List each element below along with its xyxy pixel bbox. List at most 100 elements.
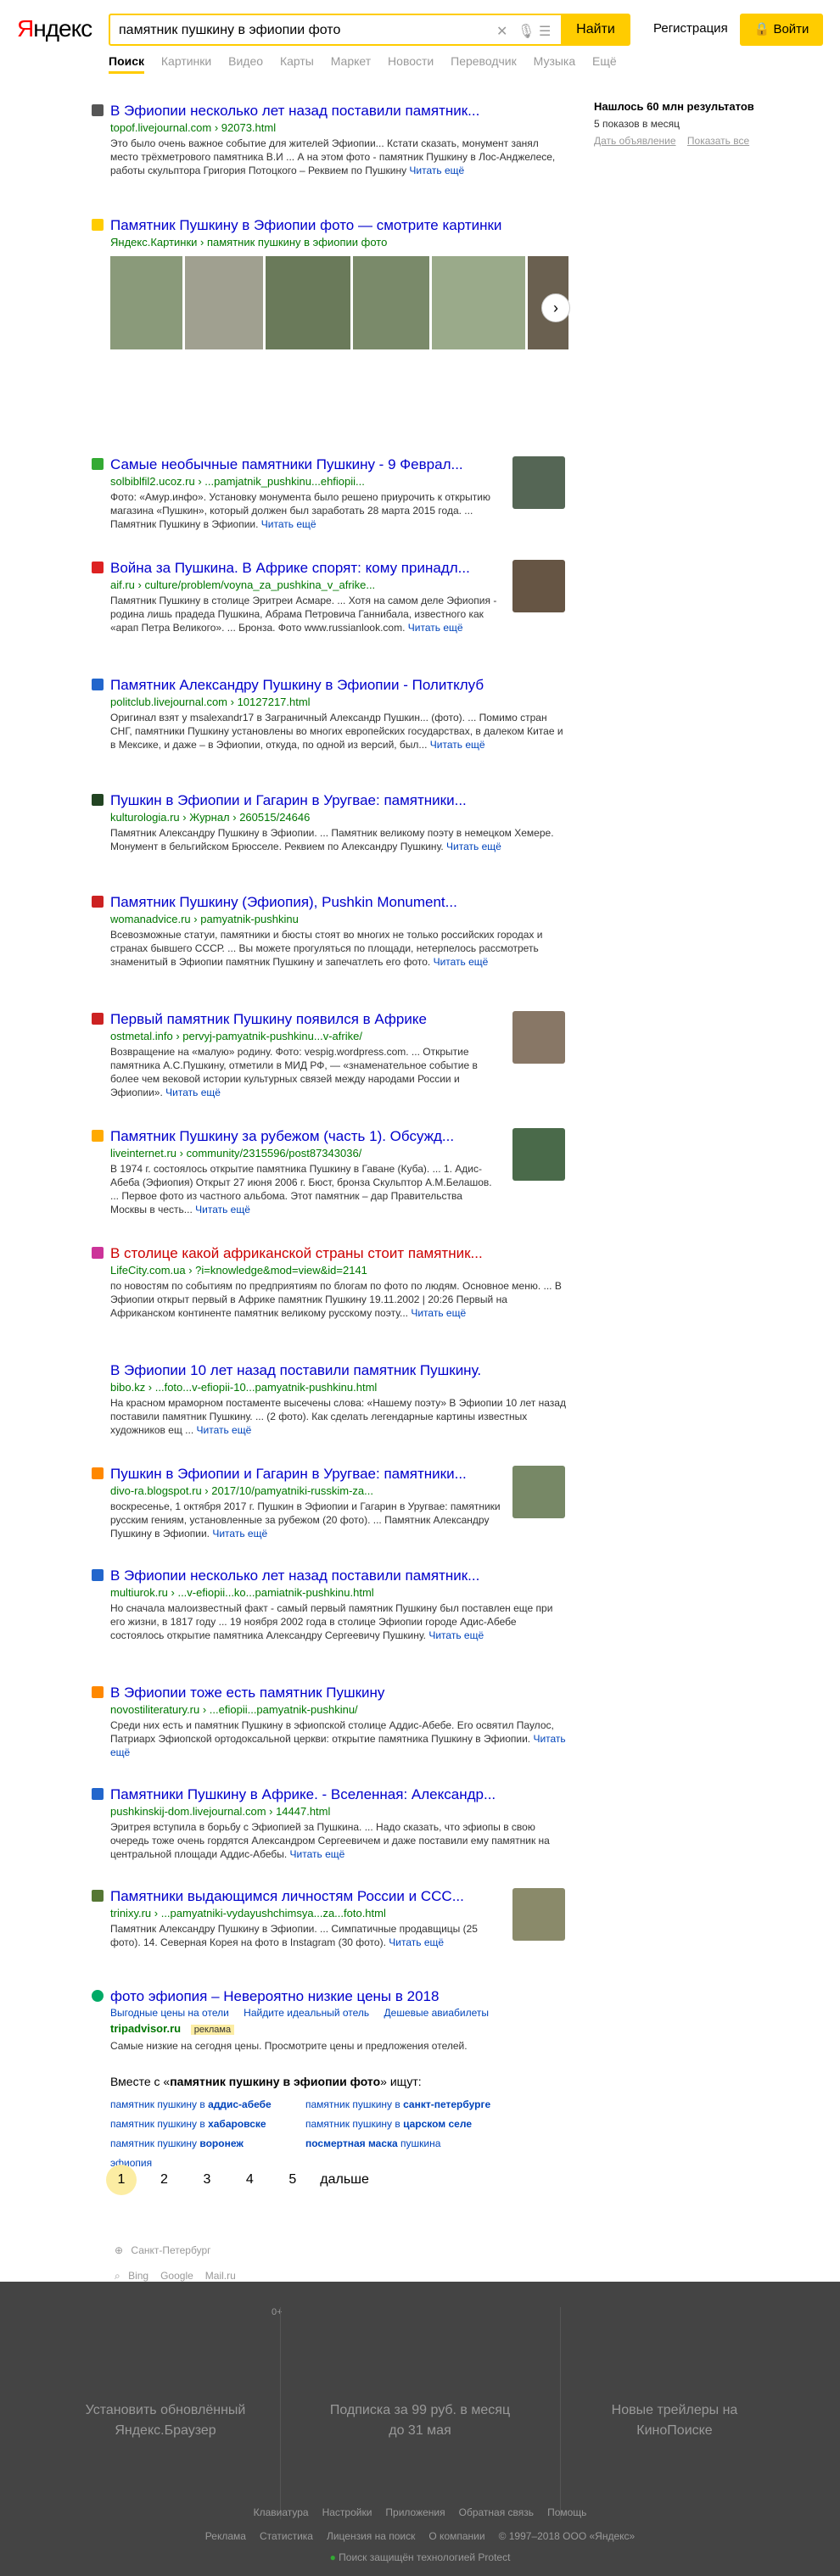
- result-title[interactable]: Пушкин в Эфиопии и Гагарин в Уругвае: па…: [110, 792, 560, 809]
- result-title[interactable]: фото эфиопия – Невероятно низкие цены в …: [110, 1988, 560, 2005]
- read-more-link[interactable]: Читать ещё: [430, 739, 485, 751]
- region-selector[interactable]: ⊕ Санкт-Петербург: [115, 2244, 211, 2256]
- result-url[interactable]: pushkinskij-dom.livejournal.com › 14447.…: [110, 1805, 330, 1818]
- tab-music[interactable]: Музыка: [534, 54, 576, 68]
- result-title[interactable]: Пушкин в Эфиопии и Гагарин в Уругвае: па…: [110, 1466, 560, 1483]
- result-title[interactable]: В Эфиопии тоже есть памятник Пушкину: [110, 1685, 560, 1702]
- read-more-link[interactable]: Читать ещё: [408, 622, 463, 634]
- tab-images[interactable]: Картинки: [161, 54, 211, 68]
- tab-more[interactable]: Ещё: [592, 54, 617, 68]
- page-3[interactable]: 3: [192, 2165, 222, 2195]
- sitelink[interactable]: Найдите идеальный отель: [244, 2007, 369, 2019]
- related-link[interactable]: памятник пушкину в аддис-абебе: [110, 2095, 305, 2115]
- result-title[interactable]: Первый памятник Пушкину появился в Африк…: [110, 1011, 560, 1028]
- result-title[interactable]: В Эфиопии несколько лет назад поставили …: [110, 103, 560, 120]
- result-title[interactable]: В Эфиопии 10 лет назад поставили памятни…: [110, 1362, 560, 1379]
- result-url[interactable]: LifeCity.com.ua › ?i=knowledge&mod=view&…: [110, 1264, 367, 1277]
- result-url[interactable]: topof.livejournal.com › 92073.html: [110, 121, 276, 134]
- show-all-link[interactable]: Показать все: [687, 135, 749, 147]
- result-url[interactable]: ostmetal.info › pervyj-pamyatnik-pushkin…: [110, 1030, 362, 1042]
- image-thumb[interactable]: [110, 256, 182, 349]
- footer-link[interactable]: Приложения: [385, 2506, 445, 2518]
- read-more-link[interactable]: Читать ещё: [212, 1528, 267, 1539]
- read-more-link[interactable]: Читать ещё: [434, 956, 489, 968]
- engine-link[interactable]: Google: [160, 2270, 193, 2282]
- result-url[interactable]: Яндекс.Картинки › памятник пушкину в эфи…: [110, 236, 387, 249]
- sitelink[interactable]: Выгодные цены на отели: [110, 2007, 229, 2019]
- result-title[interactable]: В столице какой африканской страны стоит…: [110, 1245, 560, 1262]
- search-button[interactable]: Найти: [561, 14, 630, 46]
- settings-icon[interactable]: ☰: [539, 23, 551, 40]
- footer-link[interactable]: Клавиатура: [254, 2506, 309, 2518]
- page-1[interactable]: 1: [106, 2165, 137, 2195]
- footer-link[interactable]: Обратная связь: [459, 2506, 534, 2518]
- footer-link[interactable]: Помощь: [547, 2506, 586, 2518]
- ad-link[interactable]: Дать объявление: [594, 135, 676, 147]
- result-url[interactable]: solbiblfil2.ucoz.ru › ...pamjatnik_pushk…: [110, 475, 365, 488]
- tab-translate[interactable]: Переводчик: [451, 54, 517, 68]
- clear-icon[interactable]: ✕: [496, 23, 507, 40]
- login-button[interactable]: 🔒 Войти: [740, 14, 823, 46]
- result-thumbnail[interactable]: [512, 1011, 565, 1064]
- result-url[interactable]: multiurok.ru › ...v-efiopii...ko...pamia…: [110, 1586, 374, 1599]
- microphone-icon[interactable]: 🎙: [518, 23, 535, 40]
- read-more-link[interactable]: Читать ещё: [389, 1936, 444, 1948]
- page-4[interactable]: 4: [234, 2165, 265, 2195]
- related-link[interactable]: памятник пушкину воронеж: [110, 2134, 305, 2154]
- read-more-link[interactable]: Читать ещё: [290, 1848, 345, 1860]
- result-title[interactable]: Памятник Александру Пушкину в Эфиопии - …: [110, 677, 560, 694]
- result-url[interactable]: politclub.livejournal.com › 10127217.htm…: [110, 696, 311, 708]
- related-link[interactable]: памятник пушкину в царском селе: [305, 2115, 543, 2134]
- image-thumb[interactable]: [266, 256, 350, 349]
- tab-market[interactable]: Маркет: [331, 54, 371, 68]
- result-url[interactable]: triniхy.ru › ...pamyatniki-vydayushchims…: [110, 1907, 386, 1919]
- read-more-link[interactable]: Читать ещё: [411, 1307, 466, 1319]
- result-title[interactable]: В Эфиопии несколько лет назад поставили …: [110, 1567, 560, 1584]
- search-input[interactable]: памятник пушкину в эфиопии фото ✕ 🎙 ☰: [109, 14, 563, 46]
- yandex-logo[interactable]: Яндекс: [17, 15, 92, 42]
- result-title[interactable]: Самые необычные памятники Пушкину - 9 Фе…: [110, 456, 560, 473]
- result-title[interactable]: Война за Пушкина. В Африке спорят: кому …: [110, 560, 560, 577]
- footer-link[interactable]: О компании: [428, 2530, 484, 2542]
- read-more-link[interactable]: Читать ещё: [261, 518, 316, 530]
- result-title[interactable]: Памятники выдающимся личностям России и …: [110, 1888, 560, 1905]
- result-url[interactable]: novostiliteratury.ru › ...efiopii...pamy…: [110, 1703, 358, 1716]
- page-2[interactable]: 2: [148, 2165, 179, 2195]
- result-thumbnail[interactable]: [512, 1128, 565, 1181]
- footer-link[interactable]: Настройки: [322, 2506, 372, 2518]
- engine-link[interactable]: Bing: [128, 2270, 148, 2282]
- page-5[interactable]: 5: [277, 2165, 308, 2195]
- image-thumb[interactable]: [185, 256, 263, 349]
- tab-news[interactable]: Новости: [388, 54, 434, 68]
- tab-maps[interactable]: Карты: [280, 54, 314, 68]
- result-url[interactable]: aif.ru › culture/problem/voyna_za_pushki…: [110, 578, 375, 591]
- read-more-link[interactable]: Читать ещё: [409, 165, 464, 176]
- result-url[interactable]: kulturologia.ru › Журнал › 260515/24646: [110, 811, 310, 824]
- read-more-link[interactable]: Читать ещё: [195, 1204, 250, 1215]
- result-url[interactable]: bibo.kz › ...foto...v-efiopii-10...pamya…: [110, 1381, 377, 1394]
- search-query[interactable]: памятник пушкину в эфиопии фото: [119, 23, 340, 38]
- register-link[interactable]: Регистрация: [653, 21, 728, 36]
- sitelink[interactable]: Дешевые авиабилеты: [384, 2007, 490, 2019]
- footer-link[interactable]: Лицензия на поиск: [327, 2530, 415, 2542]
- subscription-promo[interactable]: Подписка за 99 руб. в месяц до 31 мая: [322, 2400, 518, 2441]
- image-thumb[interactable]: [432, 256, 525, 349]
- result-thumbnail[interactable]: [512, 456, 565, 509]
- tab-search[interactable]: Поиск: [109, 54, 145, 74]
- result-thumbnail[interactable]: [512, 1466, 565, 1518]
- read-more-link[interactable]: Читать ещё: [428, 1629, 484, 1641]
- footer-link[interactable]: Статистика: [260, 2530, 313, 2542]
- related-link[interactable]: посмертная маска пушкина: [305, 2134, 543, 2154]
- related-link[interactable]: памятник пушкину в санкт-петербурге: [305, 2095, 543, 2115]
- result-url[interactable]: liveinternet.ru › community/2315596/post…: [110, 1147, 361, 1159]
- result-thumbnail[interactable]: [512, 1888, 565, 1941]
- result-url[interactable]: divo-ra.blogspot.ru › 2017/10/pamyatniki…: [110, 1484, 373, 1497]
- read-more-link[interactable]: Читать ещё: [446, 841, 501, 852]
- result-title[interactable]: Памятник Пушкину в Эфиопии фото — смотри…: [110, 217, 560, 234]
- next-page-link[interactable]: дальше: [320, 2172, 369, 2187]
- result-url[interactable]: womanadvice.ru › pamyatnik-pushkinu: [110, 913, 299, 925]
- tab-video[interactable]: Видео: [228, 54, 263, 68]
- read-more-link[interactable]: Читать ещё: [197, 1424, 252, 1436]
- read-more-link[interactable]: Читать ещё: [165, 1087, 221, 1098]
- engine-link[interactable]: Mail.ru: [205, 2270, 236, 2282]
